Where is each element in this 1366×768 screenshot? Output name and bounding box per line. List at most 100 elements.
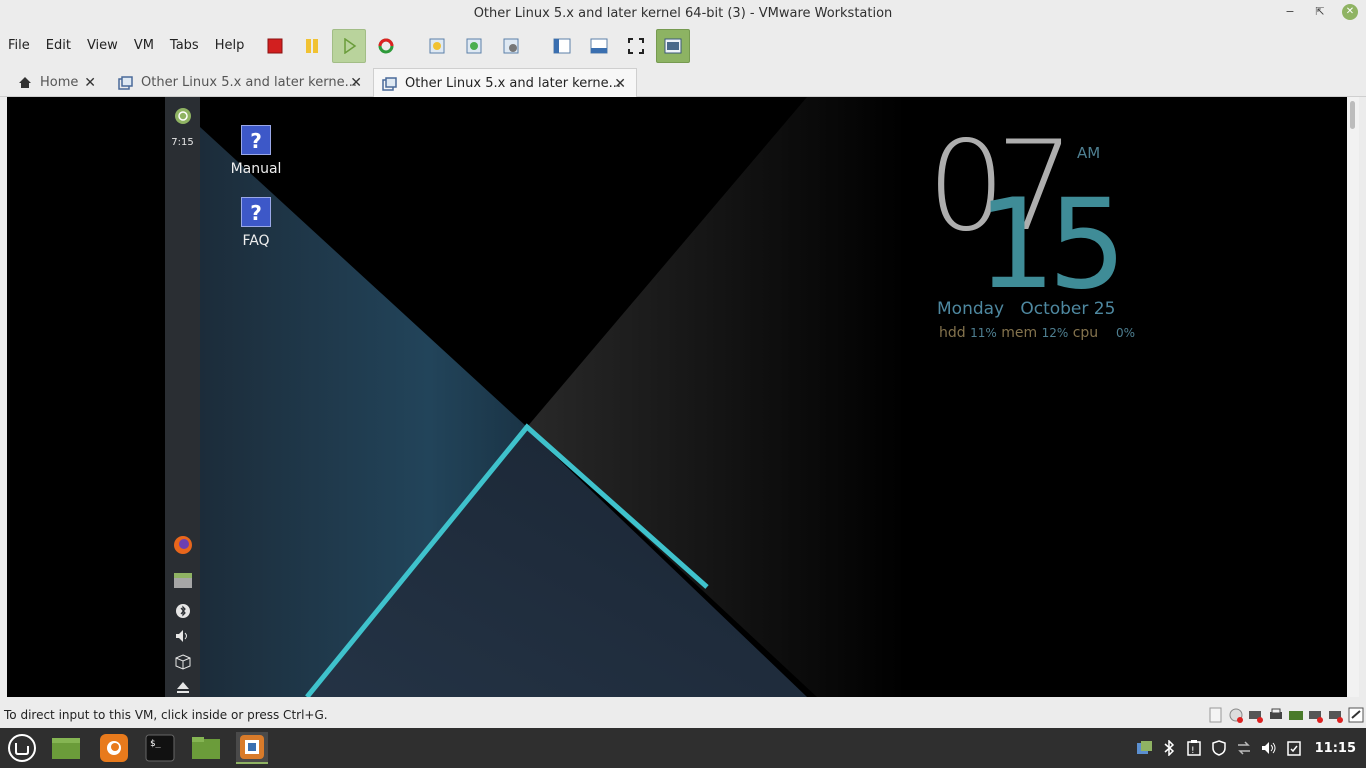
- tab-home[interactable]: Home ✕: [10, 68, 106, 97]
- vm-console[interactable]: 7:15 ? Manual ? FAQ 07 15 AM Monday Octo…: [7, 97, 1347, 697]
- bluetooth-icon[interactable]: [172, 600, 193, 621]
- full-screen-button[interactable]: [619, 29, 653, 63]
- menu-tabs[interactable]: Tabs: [162, 26, 207, 66]
- desktop-icon: [52, 738, 80, 759]
- cpu-value: 0%: [1115, 326, 1136, 340]
- cpu-label: cpu: [1072, 325, 1099, 341]
- network-tray-icon[interactable]: [1236, 740, 1252, 756]
- close-tab-icon[interactable]: ✕: [614, 76, 626, 92]
- desktop-icon-label: Manual: [230, 161, 282, 177]
- menu-view[interactable]: View: [79, 26, 126, 66]
- tab-label: Home: [40, 75, 79, 90]
- terminal-launcher[interactable]: $_: [144, 732, 176, 764]
- package-icon[interactable]: [172, 651, 193, 672]
- snapshot-button[interactable]: [420, 29, 454, 63]
- mint-menu-button[interactable]: [6, 732, 38, 764]
- desktop-icon-label: FAQ: [242, 233, 270, 249]
- vertical-scrollbar[interactable]: [1347, 97, 1359, 697]
- mem-label: mem: [1001, 325, 1038, 341]
- vm-icon: [118, 75, 133, 90]
- svg-text:$_: $_: [150, 739, 161, 749]
- suspend-button[interactable]: [295, 29, 329, 63]
- mint-menu-icon[interactable]: [172, 105, 193, 126]
- conky-date: Monday October 25: [937, 299, 1115, 319]
- volume-tray-icon[interactable]: [1261, 740, 1277, 756]
- conky-stats: hdd 11% mem 12% cpu 0%: [939, 325, 1135, 341]
- guest-wallpaper: [200, 97, 907, 697]
- hdd-status-icon[interactable]: [1328, 706, 1344, 724]
- printer-icon[interactable]: [1268, 706, 1284, 724]
- tab-vm-2[interactable]: Other Linux 5.x and later kerne... ✕: [373, 68, 637, 98]
- folder-icon: [192, 737, 220, 759]
- menu-bar: File Edit View VM Tabs Help: [0, 26, 1366, 66]
- reset-button[interactable]: [369, 29, 403, 63]
- status-message: To direct input to this VM, click inside…: [4, 708, 328, 722]
- vmware-tray-icon[interactable]: [1136, 740, 1152, 756]
- desktop-icon-faq[interactable]: ? FAQ: [221, 197, 291, 249]
- device-status-icons: [1208, 706, 1364, 724]
- sound-card-icon[interactable]: [1288, 706, 1304, 724]
- show-desktop-button[interactable]: [50, 732, 82, 764]
- revert-snapshot-button[interactable]: [457, 29, 491, 63]
- revert-icon: [466, 38, 482, 54]
- usb-icon[interactable]: [1308, 706, 1324, 724]
- power-on-button[interactable]: [332, 29, 367, 63]
- firefox-icon: [100, 734, 128, 762]
- thumbnail-bar-button[interactable]: [582, 29, 616, 63]
- shield-tray-icon[interactable]: [1211, 740, 1227, 756]
- host-taskbar: $_ ! 11:15: [0, 728, 1366, 768]
- fullscreen-icon: [628, 38, 645, 54]
- tab-label: Other Linux 5.x and later kerne...: [405, 76, 621, 91]
- minimize-icon[interactable]: −: [1282, 4, 1298, 20]
- network-icon[interactable]: [1248, 706, 1264, 724]
- bluetooth-tray-icon[interactable]: [1161, 740, 1177, 756]
- maximize-icon[interactable]: ⇱: [1312, 4, 1328, 20]
- close-icon[interactable]: ✕: [1342, 4, 1358, 20]
- pause-icon: [306, 39, 319, 53]
- unity-button[interactable]: [656, 29, 691, 63]
- files-icon[interactable]: [172, 569, 193, 590]
- tab-label: Other Linux 5.x and later kerne...: [141, 75, 357, 90]
- close-tab-icon[interactable]: ✕: [350, 75, 362, 91]
- hdd-value: 11%: [970, 326, 997, 340]
- terminal-icon: $_: [145, 734, 175, 762]
- tab-vm-1[interactable]: Other Linux 5.x and later kerne... ✕: [110, 68, 372, 97]
- menu-vm[interactable]: VM: [126, 26, 162, 66]
- conky-ampm: AM: [1077, 144, 1101, 162]
- panel-clock[interactable]: 7:15: [165, 137, 200, 148]
- conky-weekday: Monday: [937, 299, 1005, 319]
- tab-bar: Home ✕ Other Linux 5.x and later kerne..…: [0, 68, 1366, 98]
- vmware-icon: [240, 735, 264, 759]
- firefox-launcher[interactable]: [98, 732, 130, 764]
- window-controls: − ⇱ ✕: [1282, 4, 1358, 20]
- firefox-icon[interactable]: [172, 534, 193, 555]
- desktop-icon-manual[interactable]: ? Manual: [221, 125, 291, 177]
- scrollbar-gutter: [1359, 97, 1366, 697]
- cdrom-icon[interactable]: [1228, 706, 1244, 724]
- svg-text:!: !: [1191, 746, 1195, 756]
- show-library-button[interactable]: [545, 29, 579, 63]
- toolbar: [258, 29, 693, 63]
- update-tray-icon[interactable]: [1286, 740, 1302, 756]
- eject-icon[interactable]: [172, 677, 193, 697]
- snapshot-manager-button[interactable]: [494, 29, 528, 63]
- floppy-icon[interactable]: [1208, 706, 1224, 724]
- help-icon: ?: [241, 197, 271, 227]
- clipboard-tray-icon[interactable]: !: [1186, 740, 1202, 756]
- scrollbar-thumb[interactable]: [1350, 101, 1355, 129]
- system-tray: ! 11:15: [1136, 728, 1356, 768]
- vmware-taskbar-item[interactable]: [236, 732, 268, 764]
- menu-edit[interactable]: Edit: [38, 26, 79, 66]
- close-tab-icon[interactable]: ✕: [84, 75, 96, 91]
- message-log-icon[interactable]: [1348, 706, 1364, 724]
- files-launcher[interactable]: [190, 732, 222, 764]
- thumbnail-icon: [590, 38, 608, 54]
- taskbar-clock[interactable]: 11:15: [1315, 740, 1356, 756]
- menu-file[interactable]: File: [0, 26, 38, 66]
- power-off-button[interactable]: [258, 29, 292, 63]
- mem-value: 12%: [1041, 326, 1069, 340]
- menu-help[interactable]: Help: [207, 26, 253, 66]
- title-bar: Other Linux 5.x and later kernel 64-bit …: [0, 0, 1366, 26]
- mint-logo-icon: [8, 734, 36, 762]
- volume-icon[interactable]: [172, 625, 193, 646]
